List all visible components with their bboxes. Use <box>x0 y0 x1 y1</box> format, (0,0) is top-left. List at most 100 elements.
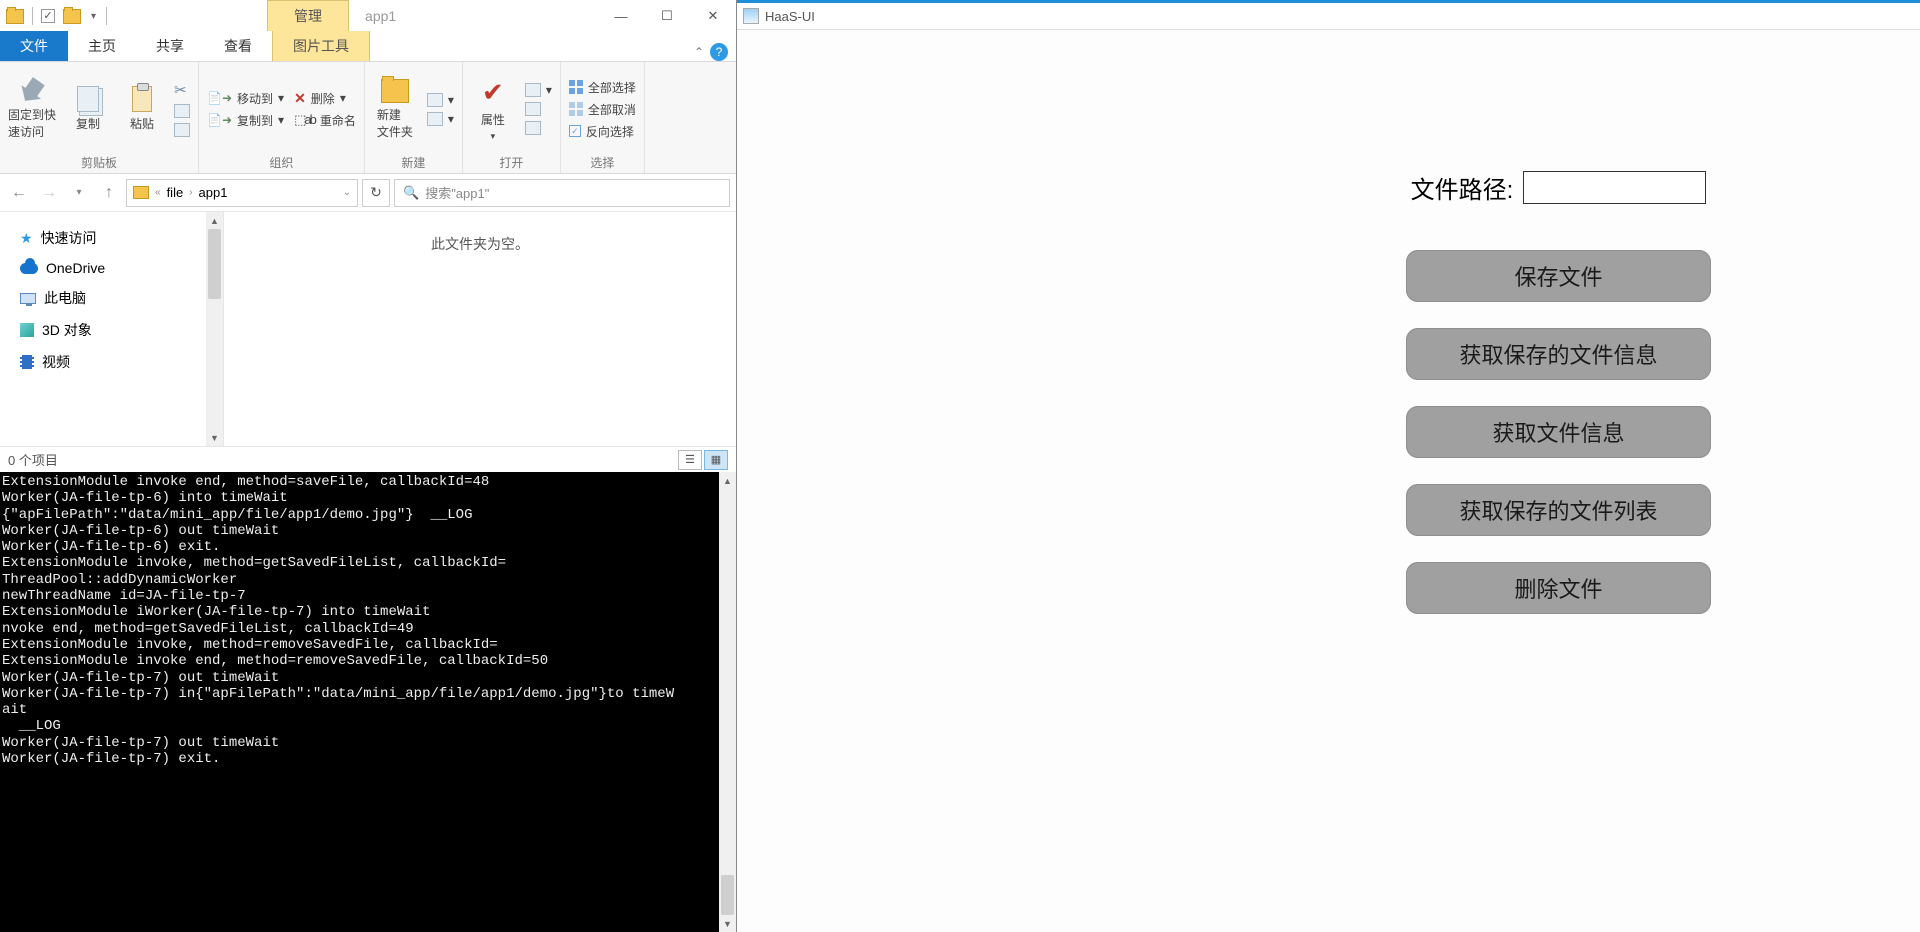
easy-access-icon <box>427 112 443 126</box>
close-button[interactable]: ✕ <box>690 0 736 32</box>
icons-view-button[interactable]: ▦ <box>704 450 728 470</box>
nav-this-pc[interactable]: 此电脑 <box>20 282 223 314</box>
delete-file-button[interactable]: 删除文件 <box>1406 562 1711 614</box>
search-placeholder: 搜索"app1" <box>425 183 489 202</box>
tab-picture-tools[interactable]: 图片工具 <box>272 31 370 61</box>
star-icon: ★ <box>20 230 33 247</box>
select-all-button[interactable]: 全部选择 <box>569 79 636 96</box>
status-bar: 0 个项目 ☰ ▦ <box>0 446 736 472</box>
pin-to-quick-access-button[interactable]: 固定到快 速访问 <box>8 79 56 140</box>
nav-3d-objects[interactable]: 3D 对象 <box>20 314 223 346</box>
help-icon[interactable]: ? <box>710 43 728 61</box>
details-view-button[interactable]: ☰ <box>678 450 702 470</box>
select-all-icon <box>569 80 583 94</box>
edit-icon <box>525 102 541 116</box>
search-icon: 🔍 <box>403 185 419 201</box>
back-button[interactable]: ← <box>6 180 32 206</box>
new-item-button[interactable]: ▾ <box>427 93 454 107</box>
rename-button[interactable]: ⬚ab重命名 <box>294 112 356 129</box>
delete-button[interactable]: ✕删除 ▾ <box>294 90 356 107</box>
scroll-up-icon[interactable]: ▲ <box>719 472 736 489</box>
haas-titlebar: HaaS-UI <box>737 0 1920 30</box>
new-folder-button[interactable]: 新建 文件夹 <box>373 79 417 140</box>
maximize-button[interactable]: ☐ <box>644 0 690 32</box>
nav-scrollbar[interactable]: ▲ ▼ <box>206 212 223 446</box>
edit-button[interactable] <box>525 102 552 116</box>
address-bar[interactable]: « file › app1 ⌄ <box>126 179 358 207</box>
haas-body: 文件路径: 保存文件 获取保存的文件信息 获取文件信息 获取保存的文件列表 删除… <box>737 30 1920 932</box>
recent-locations-button[interactable]: ▾ <box>66 180 92 206</box>
open-button[interactable]: ▾ <box>525 83 552 97</box>
get-saved-file-info-button[interactable]: 获取保存的文件信息 <box>1406 328 1711 380</box>
ribbon-group-label: 组织 <box>207 152 356 171</box>
copy-path-button[interactable] <box>174 104 190 118</box>
terminal-output: ExtensionModule invoke end, method=saveF… <box>0 472 736 769</box>
pin-icon <box>15 74 48 107</box>
copy-to-button[interactable]: 📄➜复制到 ▾ <box>207 112 284 129</box>
ribbon-group-label: 打开 <box>471 152 552 171</box>
collapse-ribbon-icon[interactable]: ⌃ <box>694 45 704 59</box>
up-button[interactable]: ↑ <box>96 180 122 206</box>
scissors-icon: ✂ <box>174 81 187 99</box>
empty-folder-message: 此文件夹为空。 <box>431 234 529 254</box>
new-folder-icon <box>381 79 409 103</box>
tab-view[interactable]: 查看 <box>204 31 272 61</box>
qat-properties-icon[interactable]: ✓ <box>41 9 55 23</box>
new-item-icon <box>427 93 443 107</box>
history-button[interactable] <box>525 121 552 135</box>
ribbon-tabs: 文件 主页 共享 查看 图片工具 ⌃ ? <box>0 32 736 62</box>
separator <box>106 7 107 25</box>
tab-home[interactable]: 主页 <box>68 31 136 61</box>
pc-icon <box>20 293 36 304</box>
nav-onedrive[interactable]: OneDrive <box>20 254 223 282</box>
deselect-all-button[interactable]: 全部取消 <box>569 101 636 118</box>
window-title: app1 <box>365 8 396 24</box>
film-icon <box>20 355 34 369</box>
move-icon: 📄➜ <box>207 91 232 105</box>
breadcrumb-item[interactable]: file <box>167 185 184 200</box>
terminal-scrollbar[interactable]: ▲ ▼ <box>719 472 736 932</box>
scroll-thumb[interactable] <box>721 875 734 915</box>
addr-dropdown-icon[interactable]: ⌄ <box>343 187 351 198</box>
qat-dropdown-icon[interactable]: ▾ <box>89 11 98 22</box>
copy-to-icon: 📄➜ <box>207 113 232 127</box>
nav-quick-access[interactable]: ★快速访问 <box>20 222 223 254</box>
explorer-titlebar: ✓ ▾ 管理 app1 — ☐ ✕ <box>0 0 736 32</box>
ribbon-group-label: 选择 <box>569 152 636 171</box>
terminal-window[interactable]: ExtensionModule invoke end, method=saveF… <box>0 472 736 932</box>
file-list-area[interactable]: 此文件夹为空。 <box>224 212 736 446</box>
invert-selection-button[interactable]: ✓反向选择 <box>569 123 636 140</box>
minimize-button[interactable]: — <box>598 0 644 32</box>
move-to-button[interactable]: 📄➜移动到 ▾ <box>207 90 284 107</box>
file-path-input[interactable] <box>1523 171 1706 204</box>
haas-window-title: HaaS-UI <box>765 9 815 24</box>
tab-share[interactable]: 共享 <box>136 31 204 61</box>
tab-file[interactable]: 文件 <box>0 31 68 61</box>
delete-icon: ✕ <box>294 90 306 107</box>
get-saved-file-list-button[interactable]: 获取保存的文件列表 <box>1406 484 1711 536</box>
forward-button[interactable]: → <box>36 180 62 206</box>
open-icon <box>525 83 541 97</box>
cube-icon <box>20 323 34 337</box>
paste-shortcut-button[interactable] <box>174 123 190 137</box>
scroll-up-icon[interactable]: ▲ <box>206 212 223 229</box>
scroll-thumb[interactable] <box>208 229 221 299</box>
cut-button[interactable]: ✂ <box>174 81 190 99</box>
paste-button[interactable]: 粘贴 <box>120 86 164 132</box>
refresh-button[interactable]: ↻ <box>362 179 390 207</box>
file-path-label: 文件路径: <box>1411 170 1514 205</box>
folder-icon[interactable] <box>63 9 81 24</box>
properties-button[interactable]: ✔属性▾ <box>471 77 515 142</box>
copy-button[interactable]: 复制 <box>66 86 110 132</box>
ribbon-contextual-tab-manage[interactable]: 管理 <box>267 0 349 32</box>
nav-videos[interactable]: 视频 <box>20 346 223 378</box>
get-file-info-button[interactable]: 获取文件信息 <box>1406 406 1711 458</box>
ribbon-group-label: 剪贴板 <box>8 152 190 171</box>
breadcrumb-item[interactable]: app1 <box>199 185 228 200</box>
clipboard-icon <box>132 86 152 112</box>
search-box[interactable]: 🔍 搜索"app1" <box>394 179 730 207</box>
easy-access-button[interactable]: ▾ <box>427 112 454 126</box>
scroll-down-icon[interactable]: ▼ <box>206 429 223 446</box>
save-file-button[interactable]: 保存文件 <box>1406 250 1711 302</box>
scroll-down-icon[interactable]: ▼ <box>719 915 736 932</box>
